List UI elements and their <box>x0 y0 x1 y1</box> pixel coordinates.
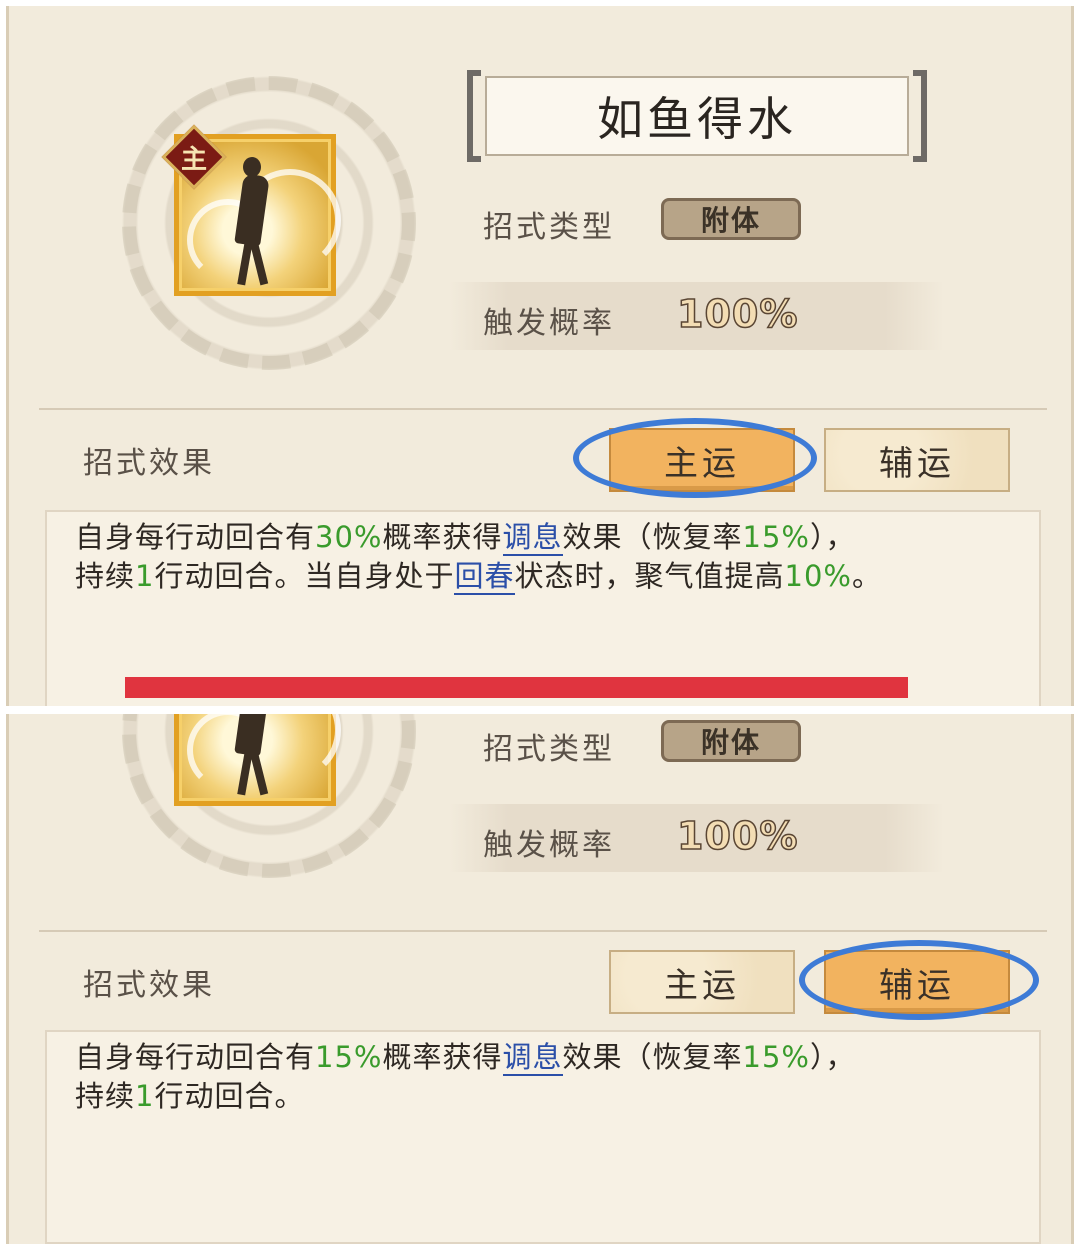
desc-text: 概率获得 <box>382 520 503 554</box>
desc-text: 自身每行动回合有 <box>75 1040 316 1074</box>
status-link-tiaoxi[interactable]: 调息 <box>502 1040 563 1076</box>
main-mode-button[interactable]: 主运 <box>609 950 795 1014</box>
skill-title: 如鱼得水 <box>485 76 909 156</box>
right-bracket-icon <box>913 70 927 162</box>
rate-label: 触发概率 <box>483 828 615 863</box>
rate-label: 触发概率 <box>483 306 615 341</box>
divider <box>39 930 1047 932</box>
desc-value: 10% <box>784 559 852 593</box>
desc-text: 状态时，聚气值提高 <box>514 559 785 593</box>
effect-label: 招式效果 <box>83 446 215 481</box>
desc-value: 30% <box>315 520 383 554</box>
aux-mode-button[interactable]: 辅运 <box>824 950 1010 1014</box>
desc-text: 持续 <box>75 1079 136 1113</box>
desc-text: 行动回合。当自身处于 <box>154 559 455 593</box>
desc-value: 1 <box>135 1079 155 1113</box>
effect-description: 自身每行动回合有15%概率获得调息效果（恢复率15%）， 持续1行动回合。 <box>75 1038 1015 1116</box>
divider <box>39 408 1047 410</box>
aux-mode-button[interactable]: 辅运 <box>824 428 1010 492</box>
type-tag: 附体 <box>661 720 801 762</box>
status-link-tiaoxi[interactable]: 调息 <box>502 520 563 556</box>
skill-panel-aux: 招式类型 附体 触发概率 100% 招式效果 主运 辅运 自身每行动回合有15%… <box>6 714 1074 1244</box>
effect-label: 招式效果 <box>83 968 215 1003</box>
left-bracket-icon <box>467 70 481 162</box>
skill-title-frame: 如鱼得水 <box>467 70 927 162</box>
desc-text: 持续 <box>75 559 136 593</box>
skill-panel-main: 主 如鱼得水 招式类型 附体 触发概率 100% 招式效果 主运 辅运 自身每行… <box>6 6 1074 706</box>
main-badge-label: 主 <box>180 144 207 175</box>
skill-icon[interactable] <box>174 714 341 806</box>
warrior-figure-icon <box>234 714 270 797</box>
desc-text: ）， <box>810 1040 856 1074</box>
rate-value: 100% <box>676 291 799 337</box>
desc-text: 效果（恢复率 <box>562 1040 743 1074</box>
desc-value: 15% <box>742 1040 810 1074</box>
desc-value: 15% <box>742 520 810 554</box>
type-tag: 附体 <box>661 198 801 240</box>
main-mode-button[interactable]: 主运 <box>609 428 795 492</box>
desc-text: ）， <box>810 520 856 554</box>
status-link-huichun[interactable]: 回春 <box>454 559 515 595</box>
effect-description: 自身每行动回合有30%概率获得调息效果（恢复率15%）， 持续1行动回合。当自身… <box>75 518 1015 596</box>
desc-text: 概率获得 <box>382 1040 503 1074</box>
desc-value: 1 <box>135 559 155 593</box>
desc-text: 行动回合。 <box>154 1079 305 1113</box>
separator-bar <box>125 677 908 698</box>
rate-value: 100% <box>676 813 799 859</box>
desc-value: 15% <box>315 1040 383 1074</box>
warrior-figure-icon <box>234 157 270 287</box>
desc-text: 自身每行动回合有 <box>75 520 316 554</box>
type-label: 招式类型 <box>483 732 615 767</box>
type-label: 招式类型 <box>483 210 615 245</box>
desc-text: 。 <box>851 559 882 593</box>
desc-text: 效果（恢复率 <box>562 520 743 554</box>
